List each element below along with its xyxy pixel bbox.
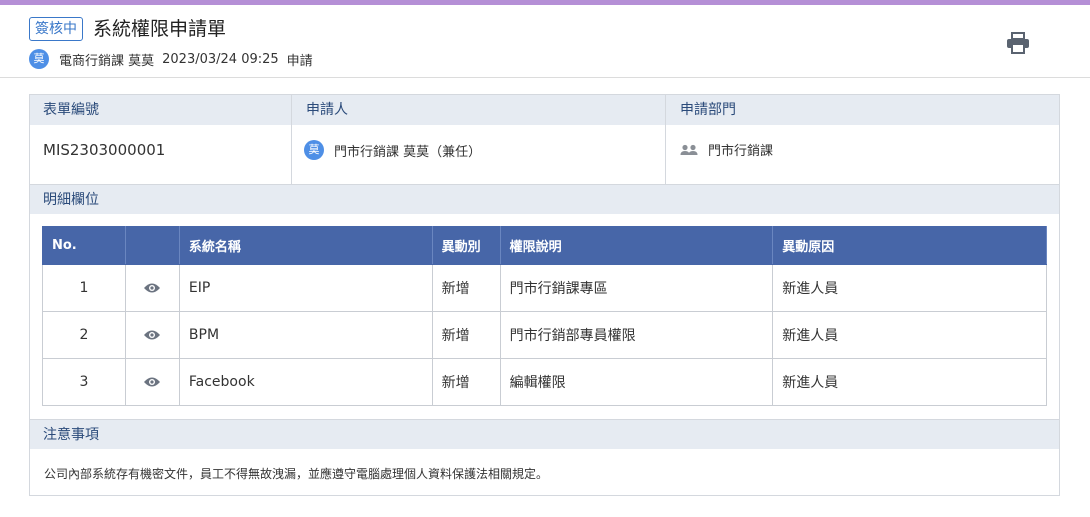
column-header: 異動原因 [772, 226, 1047, 265]
info-body: MIS2303000001 莫 門市行銷課 莫莫（兼任） 門市行銷課 [30, 125, 1059, 184]
info-header: 表單編號 申請人 申請部門 [30, 95, 1059, 125]
row-number: 1 [42, 264, 126, 312]
table-row: 1 EIP 新增 門市行銷課專區 新進人員 [42, 264, 1047, 312]
details-table: No. 系統名稱 異動別 權限說明 異動原因 1 EIP 新增 門市行銷課專區 … [42, 226, 1047, 406]
view-button[interactable] [124, 264, 180, 312]
department-name: 門市行銷課 [708, 144, 774, 159]
notice-text: 公司內部系統存有機密文件，員工不得無故洩漏，並應遵守電腦處理個人資料保護法相關規… [44, 467, 549, 481]
notice-section-title: 注意事項 [30, 419, 1059, 449]
department-value: 門市行銷課 [680, 140, 773, 159]
change-reason: 新進人員 [772, 311, 1047, 359]
view-button[interactable] [124, 311, 180, 359]
change-reason: 新進人員 [772, 358, 1047, 406]
column-header: 權限說明 [499, 226, 774, 265]
column-header: 異動別 [431, 226, 501, 265]
row-number: 2 [42, 311, 126, 359]
change-type: 新增 [431, 264, 501, 312]
column-header [124, 226, 180, 265]
table-row: 2 BPM 新增 門市行銷部專員權限 新進人員 [42, 311, 1047, 359]
application-form: 表單編號 申請人 申請部門 MIS2303000001 莫 門市行銷課 莫莫（兼… [29, 94, 1060, 496]
eye-icon[interactable] [143, 329, 161, 341]
change-type: 新增 [431, 311, 501, 359]
form-number-value: MIS2303000001 [43, 141, 166, 159]
system-name: Facebook [178, 358, 433, 406]
avatar: 莫 [29, 49, 49, 69]
print-button[interactable] [1003, 29, 1033, 57]
requester-meta: 莫 電商行銷課 莫莫 2023/03/24 09:25 申請 [29, 49, 313, 69]
system-name: EIP [178, 264, 433, 312]
people-icon [680, 144, 698, 155]
requester-name: 電商行銷課 莫莫 [59, 53, 155, 69]
avatar: 莫 [304, 140, 324, 160]
applicant-name: 門市行銷課 莫莫（兼任） [334, 144, 482, 160]
table-row: 3 Facebook 新增 編輯權限 新進人員 [42, 358, 1047, 406]
table-header-row: No. 系統名稱 異動別 權限說明 異動原因 [42, 226, 1047, 265]
view-button[interactable] [124, 358, 180, 406]
system-name: BPM [178, 311, 433, 359]
column-divider [665, 95, 666, 184]
form-number-label: 表單編號 [43, 102, 99, 118]
permission-description: 門市行銷部專員權限 [499, 311, 774, 359]
applicant-value: 莫 門市行銷課 莫莫（兼任） [304, 140, 481, 160]
row-number: 3 [42, 358, 126, 406]
permission-description: 門市行銷課專區 [499, 264, 774, 312]
department-label: 申請部門 [680, 102, 736, 118]
print-icon [1007, 32, 1029, 54]
eye-icon[interactable] [143, 376, 161, 388]
column-header: No. [42, 226, 126, 265]
request-action: 申請 [286, 53, 313, 69]
details-section-title: 明細欄位 [30, 184, 1059, 214]
status-badge: 簽核中 [29, 17, 83, 41]
column-header: 系統名稱 [178, 226, 433, 265]
permission-description: 編輯權限 [499, 358, 774, 406]
change-type: 新增 [431, 358, 501, 406]
change-reason: 新進人員 [772, 264, 1047, 312]
page-title: 系統權限申請單 [93, 18, 227, 40]
request-datetime: 2023/03/24 09:25 [162, 51, 279, 67]
eye-icon[interactable] [143, 282, 161, 294]
column-divider [291, 95, 292, 184]
form-header: 簽核中 系統權限申請單 莫 電商行銷課 莫莫 2023/03/24 09:25 … [0, 5, 1090, 78]
applicant-label: 申請人 [306, 102, 348, 118]
